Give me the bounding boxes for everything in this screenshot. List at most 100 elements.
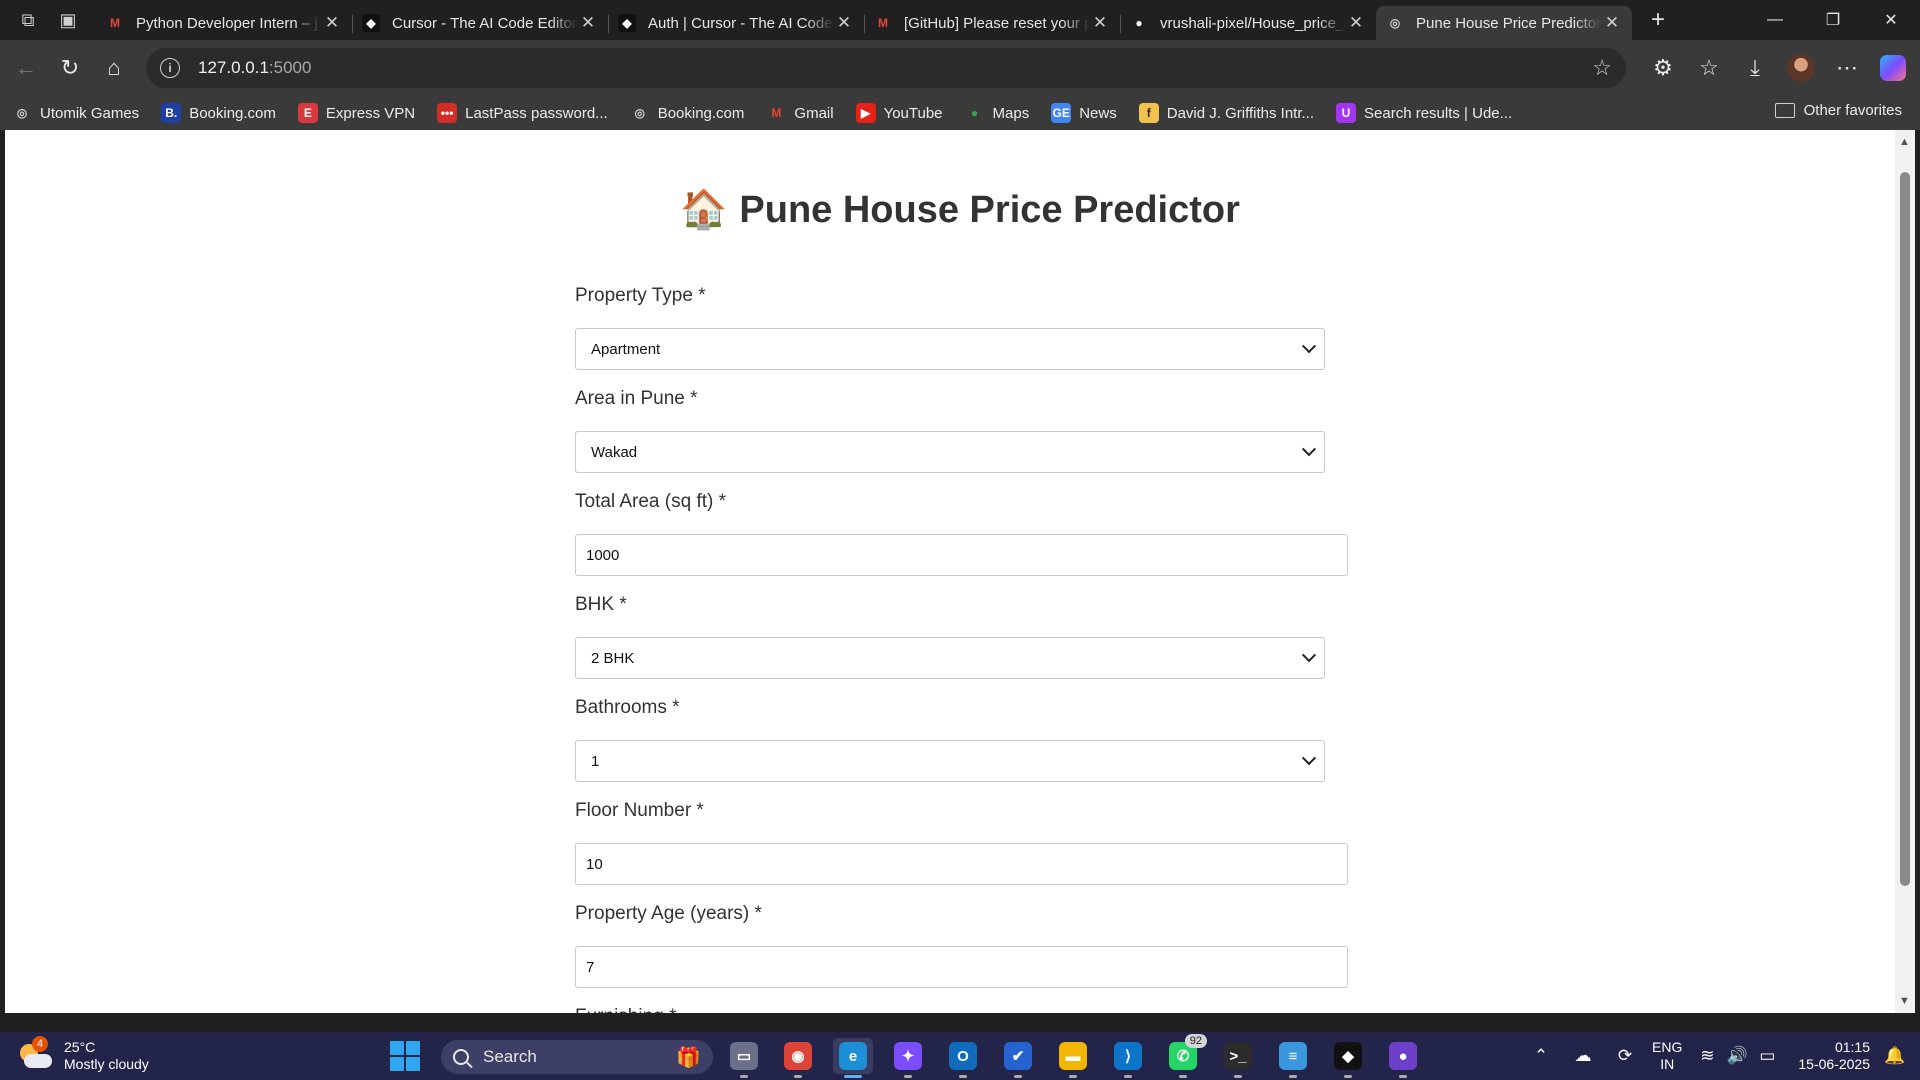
downloads-icon[interactable]: ⤓ <box>1732 48 1778 88</box>
sync-icon[interactable]: ⟳ <box>1610 1046 1640 1066</box>
favorite-4[interactable]: ◎ Booking.com <box>630 103 744 123</box>
close-tab-icon[interactable]: ✕ <box>578 13 598 33</box>
outlook-taskbar-button[interactable]: O <box>943 1038 983 1078</box>
chevron-down-icon <box>1301 442 1317 457</box>
tab-title: Auth | Cursor - The AI Code <box>648 14 833 32</box>
chrome-icon: ◉ <box>784 1042 812 1070</box>
taskbar-search[interactable]: Search 🎁 <box>441 1040 713 1074</box>
selected-value: Apartment <box>591 340 661 358</box>
address-url[interactable]: 127.0.0.1:5000 <box>198 58 311 78</box>
more-menu-icon[interactable]: ⋯ <box>1824 48 1870 88</box>
minimize-icon[interactable]: — <box>1746 0 1804 40</box>
copilot-taskbar-button[interactable]: ✦ <box>888 1038 928 1078</box>
favorite-0[interactable]: ◎ Utomik Games <box>12 103 139 123</box>
todo-taskbar-button[interactable]: ✔ <box>998 1038 1038 1078</box>
favorite-6[interactable]: ▶ YouTube <box>855 103 943 123</box>
tab-3[interactable]: M [GitHub] Please reset your p ✕ <box>864 6 1120 40</box>
total-area-sq-ft-input[interactable]: 1000 <box>575 534 1348 576</box>
edge-taskbar-button[interactable]: e <box>833 1038 873 1078</box>
language-indicator[interactable]: ENG IN <box>1652 1039 1682 1073</box>
tab-5[interactable]: ◎ Pune House Price Predictor ✕ <box>1376 6 1632 40</box>
scroll-down-icon[interactable]: ▼ <box>1899 995 1910 1007</box>
area-in-pune-select[interactable]: Wakad <box>575 431 1325 473</box>
bathrooms-select[interactable]: 1 <box>575 740 1325 782</box>
copilot-icon: ✦ <box>894 1042 922 1070</box>
bhk-select[interactable]: 2 BHK <box>575 637 1325 679</box>
tab-4[interactable]: ● vrushali-pixel/House_price_ ✕ <box>1120 6 1376 40</box>
tab-1[interactable]: ◆ Cursor - The AI Code Editor ✕ <box>352 6 608 40</box>
new-tab-button[interactable]: + <box>1640 2 1676 38</box>
whatsapp-taskbar-button[interactable]: ✆ 92 <box>1163 1034 1207 1078</box>
chevron-up-icon[interactable]: ⌃ <box>1526 1046 1556 1066</box>
favorite-8[interactable]: GE News <box>1051 103 1117 123</box>
battery-icon[interactable]: ▭ <box>1752 1046 1782 1066</box>
other-favorites[interactable]: Other favorites <box>1774 102 1902 119</box>
notepad-taskbar-button[interactable]: ≡ <box>1273 1038 1313 1078</box>
property-type-label: Property Type * <box>575 285 706 306</box>
property-type-select[interactable]: Apartment <box>575 328 1325 370</box>
chrome-taskbar-button[interactable]: ◉ <box>778 1038 818 1078</box>
favorite-10[interactable]: U Search results | Ude... <box>1336 103 1512 123</box>
address-bar[interactable]: i 127.0.0.1:5000 ☆ <box>146 48 1626 88</box>
volume-icon[interactable]: 🔊 <box>1722 1046 1752 1066</box>
restore-icon[interactable]: ❐ <box>1804 0 1862 40</box>
back-arrow-icon[interactable]: ← <box>4 48 48 88</box>
github-desktop-taskbar-button[interactable]: ● <box>1383 1038 1423 1078</box>
area-in-pune-label: Area in Pune * <box>575 388 698 409</box>
file-explorer-taskbar-button[interactable]: ▬ <box>1053 1038 1093 1078</box>
favorite-label: YouTube <box>883 104 943 122</box>
workspaces-icon[interactable]: ⧉ <box>10 2 46 38</box>
task-view-taskbar-button[interactable]: ▭ <box>724 1038 764 1078</box>
close-tab-icon[interactable]: ✕ <box>1090 13 1110 33</box>
favorite-3[interactable]: ••• LastPass password... <box>437 103 608 123</box>
close-tab-icon[interactable]: ✕ <box>1602 13 1622 33</box>
favorite-7[interactable]: ● Maps <box>965 103 1029 123</box>
copilot-icon[interactable] <box>1880 55 1906 81</box>
onedrive-icon[interactable]: ☁ <box>1568 1046 1598 1066</box>
tab-2[interactable]: ◆ Auth | Cursor - The AI Code ✕ <box>608 6 864 40</box>
wifi-icon[interactable]: ≋ <box>1692 1046 1722 1066</box>
vertical-tabs-icon[interactable]: ▣ <box>50 2 86 38</box>
start-button[interactable] <box>390 1032 420 1080</box>
selected-value: 1 <box>591 752 600 770</box>
favorite-9[interactable]: f David J. Griffiths Intr... <box>1138 103 1314 123</box>
home-icon[interactable]: ⌂ <box>92 48 136 88</box>
favorite-label: Search results | Ude... <box>1364 104 1513 122</box>
bathrooms-label: Bathrooms * <box>575 697 680 718</box>
close-window-icon[interactable]: ✕ <box>1862 0 1920 40</box>
browser-toolbar: ← ↻ ⌂ i 127.0.0.1:5000 ☆ ⚙ ☆ ⤓ ⋯ <box>0 40 1920 96</box>
running-indicator <box>1179 1075 1187 1078</box>
favorites-icon[interactable]: ☆ <box>1686 48 1732 88</box>
total-area-sq-ft-label: Total Area (sq ft) * <box>575 491 727 512</box>
favorite-5[interactable]: M Gmail <box>766 103 833 123</box>
favorite-2[interactable]: E Express VPN <box>297 103 415 123</box>
property-age-years-input[interactable]: 7 <box>575 946 1348 988</box>
close-tab-icon[interactable]: ✕ <box>834 13 854 33</box>
close-tab-icon[interactable]: ✕ <box>1346 13 1366 33</box>
tab-title: Pune House Price Predictor <box>1416 14 1602 32</box>
vscode-taskbar-button[interactable]: ⟩ <box>1108 1038 1148 1078</box>
profile-avatar[interactable] <box>1787 54 1815 82</box>
favorite-1[interactable]: B. Booking.com <box>161 103 276 123</box>
clock-date: 15-06-2025 <box>1798 1056 1870 1072</box>
cursor-taskbar-button[interactable]: ◆ <box>1328 1038 1368 1078</box>
extensions-icon[interactable]: ⚙ <box>1640 48 1686 88</box>
weather-widget[interactable]: 4 25°C Mostly cloudy <box>18 1032 149 1080</box>
input-value: 1000 <box>586 546 620 564</box>
favorite-star-icon[interactable]: ☆ <box>1592 55 1612 81</box>
site-info-icon[interactable]: i <box>160 58 180 78</box>
tab-0[interactable]: M Python Developer Intern – j ✕ <box>96 6 352 40</box>
floor-number-input[interactable]: 10 <box>575 843 1348 885</box>
cursor-icon: ◆ <box>618 14 636 32</box>
scrollbar-thumb[interactable] <box>1900 172 1910 886</box>
cursor-icon: ◆ <box>1334 1042 1362 1070</box>
refresh-icon[interactable]: ↻ <box>48 48 92 88</box>
page-scrollbar[interactable]: ▲ ▼ <box>1895 130 1915 1013</box>
running-indicator <box>1399 1075 1407 1078</box>
close-tab-icon[interactable]: ✕ <box>322 13 342 33</box>
clock[interactable]: 01:15 15-06-2025 <box>1798 1039 1870 1073</box>
terminal-taskbar-button[interactable]: >_ <box>1218 1038 1258 1078</box>
language-code: ENG <box>1652 1039 1683 1055</box>
scroll-up-icon[interactable]: ▲ <box>1899 136 1910 148</box>
notifications-icon[interactable]: 🔔 <box>1880 1046 1910 1066</box>
